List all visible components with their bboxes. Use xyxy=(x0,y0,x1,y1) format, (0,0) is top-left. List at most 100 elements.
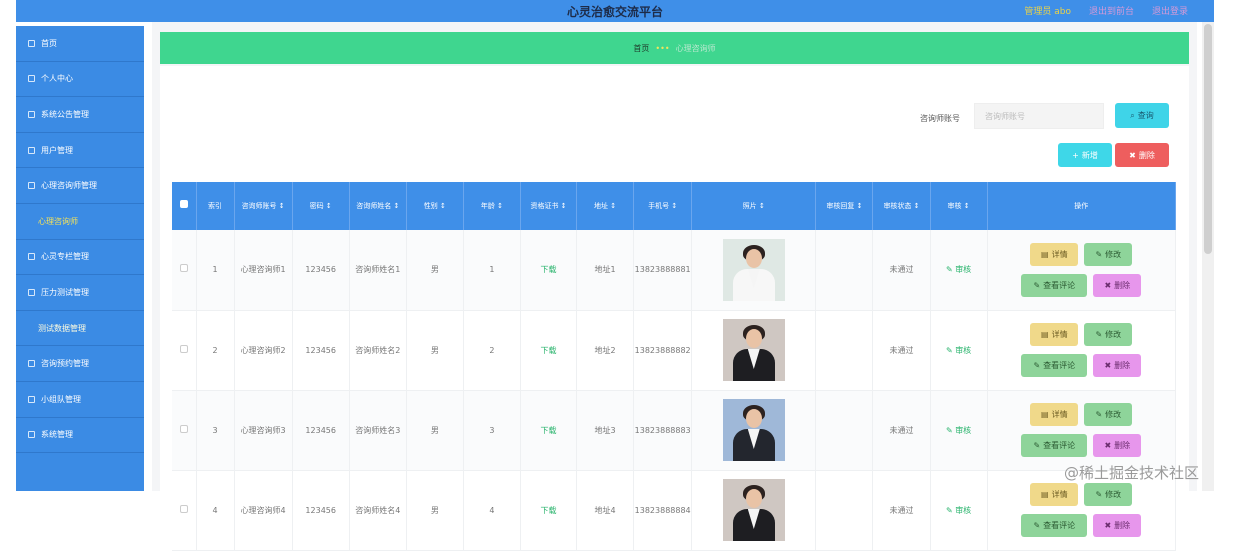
index-cell: 4 xyxy=(196,470,235,551)
column-header[interactable]: 操作 xyxy=(987,182,1177,230)
table-body: 1 心理咨询师1 123456 咨询师姓名1 男 1 下载 地址1 13823888881 未通过… xyxy=(172,230,1177,551)
trash-icon: ✖ xyxy=(1104,441,1112,450)
column-header[interactable]: 密码 ↕ xyxy=(292,182,350,230)
scrollbar-thumb[interactable] xyxy=(1204,24,1212,254)
cert-cell-text[interactable]: 下载 xyxy=(541,346,557,355)
view-comments-button[interactable]: ✎ 查看评论 xyxy=(1021,354,1088,377)
age-cell: 1 xyxy=(463,230,521,311)
edit-button[interactable]: ✎ 修改 xyxy=(1084,242,1133,266)
column-header[interactable]: 咨询师姓名 ↕ xyxy=(349,182,407,230)
address-cell-text: 地址4 xyxy=(594,505,616,515)
column-header[interactable]: 性别 ↕ xyxy=(406,182,464,230)
cert-cell: 下载 xyxy=(520,470,578,551)
sidebar-item[interactable]: 用户管理 xyxy=(16,133,144,169)
select-all-checkbox[interactable] xyxy=(179,200,188,208)
age-cell-text: 3 xyxy=(489,425,495,435)
gender-cell: 男 xyxy=(406,230,464,311)
sidebar-item[interactable]: 咨询预约管理 xyxy=(16,346,144,382)
edit-button[interactable]: ✎ 修改 xyxy=(1084,403,1133,426)
front-link[interactable]: 退出到前台 xyxy=(1089,4,1134,17)
column-header[interactable]: 年龄 ↕ xyxy=(463,182,521,230)
edit-button[interactable]: ✎ 修改 xyxy=(1084,323,1133,346)
sidebar-item[interactable]: 心理咨询师管理 xyxy=(16,168,144,204)
top-header: 心灵治愈交流平台 管理员 abo 退出到前台 退出登录 xyxy=(16,0,1214,22)
detail-button[interactable]: ▤ 详情 xyxy=(1030,323,1079,346)
detail-label: 详情 xyxy=(1051,490,1068,499)
query-button[interactable]: ⌕ 查询 xyxy=(1115,103,1169,128)
sidebar-item-label: 心理咨询师 xyxy=(38,216,78,226)
cert-cell-text[interactable]: 下载 xyxy=(541,506,557,515)
view-comments-button[interactable]: ✎ 查看评论 xyxy=(1021,273,1088,297)
cert-cell-text[interactable]: 下载 xyxy=(541,265,557,274)
delete-button[interactable]: ✖ 删除 xyxy=(1093,273,1142,297)
add-button[interactable]: + 新增 xyxy=(1058,143,1112,167)
header-right: 管理员 abo 退出到前台 退出登录 xyxy=(1024,4,1188,17)
sidebar-item-label: 测试数据管理 xyxy=(38,323,86,333)
detail-button[interactable]: ▤ 详情 xyxy=(1030,403,1079,426)
row-checkbox[interactable] xyxy=(179,344,188,353)
edit-label: 修改 xyxy=(1105,410,1122,419)
admin-label: 管理员 abo xyxy=(1024,7,1071,17)
audit-link[interactable]: ✎ 审核 xyxy=(946,506,971,515)
row-checkbox[interactable] xyxy=(179,504,188,513)
gender-cell-text: 男 xyxy=(430,265,439,275)
index-cell: 2 xyxy=(196,310,235,391)
table-row: 1 心理咨询师1 123456 咨询师姓名1 男 1 下载 地址1 13823888881 未通过… xyxy=(172,230,1177,311)
trash-icon: ✖ xyxy=(1104,361,1112,370)
actions-cell: ▤ 详情 ✎ 修改 ✎ 查看评论 ✖ 删除 xyxy=(987,310,1177,391)
table-panel: 咨询师账号 咨询师账号 ⌕ 查询 + 新增 ✖ 删除 索引 咨询师账号 ↕ 密码 ↕… xyxy=(160,66,1189,551)
search-input[interactable]: 咨询师账号 xyxy=(974,103,1104,129)
column-header[interactable]: 审核回复 ↕ xyxy=(815,182,874,230)
column-header[interactable]: 咨询师账号 ↕ xyxy=(234,182,293,230)
view-comments-label: 查看评论 xyxy=(1043,441,1076,450)
delete-button[interactable]: ✖ 删除 xyxy=(1093,354,1142,377)
sidebar-item[interactable]: 系统管理 xyxy=(16,418,144,454)
row-select-cell xyxy=(172,390,197,471)
delete-button[interactable]: ✖ 删除 xyxy=(1093,434,1142,457)
account-cell-text: 心理咨询师1 xyxy=(240,265,286,275)
sidebar-item[interactable]: 首页 xyxy=(16,26,144,62)
column-header[interactable]: 地址 ↕ xyxy=(576,182,635,230)
column-header[interactable]: 审核 ↕ xyxy=(930,182,988,230)
select-all-cell xyxy=(172,182,197,230)
delete-button[interactable]: ✖ 删除 xyxy=(1093,514,1142,537)
sidebar-item[interactable]: 系统公告管理 xyxy=(16,97,144,133)
column-header[interactable]: 手机号 ↕ xyxy=(633,182,693,230)
trash-icon: ✖ xyxy=(1104,280,1112,290)
index-cell-text: 3 xyxy=(212,425,218,435)
sidebar-item[interactable]: 压力测试管理 xyxy=(16,275,144,311)
logout-link[interactable]: 退出登录 xyxy=(1152,4,1188,17)
address-cell-text: 地址1 xyxy=(594,265,616,275)
name-cell: 咨询师姓名2 xyxy=(349,310,407,391)
add-button-label: 新增 xyxy=(1081,150,1098,160)
edit-button[interactable]: ✎ 修改 xyxy=(1084,483,1133,506)
cert-cell-text[interactable]: 下载 xyxy=(541,426,557,435)
column-header[interactable]: 资格证书 ↕ xyxy=(520,182,578,230)
detail-button[interactable]: ▤ 详情 xyxy=(1030,242,1079,266)
breadcrumb-home[interactable]: 首页 xyxy=(633,43,649,54)
detail-button[interactable]: ▤ 详情 xyxy=(1030,483,1079,506)
sidebar-item[interactable]: 心灵专栏管理 xyxy=(16,240,144,276)
password-cell: 123456 xyxy=(292,470,350,551)
view-comments-button[interactable]: ✎ 查看评论 xyxy=(1021,434,1088,457)
gender-cell-text: 男 xyxy=(430,345,439,355)
scrollbar[interactable] xyxy=(1202,22,1214,491)
sidebar-item[interactable]: 心理咨询师 xyxy=(16,204,144,240)
account-cell-text: 心理咨询师4 xyxy=(240,505,286,515)
sidebar-item[interactable]: 小组队管理 xyxy=(16,382,144,418)
audit-link[interactable]: ✎ 审核 xyxy=(946,426,971,435)
sidebar-item[interactable]: 测试数据管理 xyxy=(16,311,144,347)
column-header[interactable]: 照片 ↕ xyxy=(691,182,817,230)
row-checkbox[interactable] xyxy=(179,264,188,273)
row-checkbox[interactable] xyxy=(179,424,188,433)
sidebar-item[interactable]: 个人中心 xyxy=(16,62,144,98)
gender-cell: 男 xyxy=(406,470,464,551)
column-header[interactable]: 审核状态 ↕ xyxy=(872,182,931,230)
consultant-table: 索引 咨询师账号 ↕ 密码 ↕ 咨询师姓名 ↕ 性别 ↕ 年龄 ↕ 资格证书 ↕ 地址 ↕ 手机… xyxy=(172,182,1177,551)
index-cell-text: 1 xyxy=(212,265,218,275)
view-comments-button[interactable]: ✎ 查看评论 xyxy=(1021,514,1088,537)
audit-link[interactable]: ✎ 审核 xyxy=(946,346,971,355)
audit-link[interactable]: ✎ 审核 xyxy=(946,265,971,274)
batch-delete-button[interactable]: ✖ 删除 xyxy=(1115,143,1169,167)
column-header[interactable]: 索引 xyxy=(196,182,235,230)
